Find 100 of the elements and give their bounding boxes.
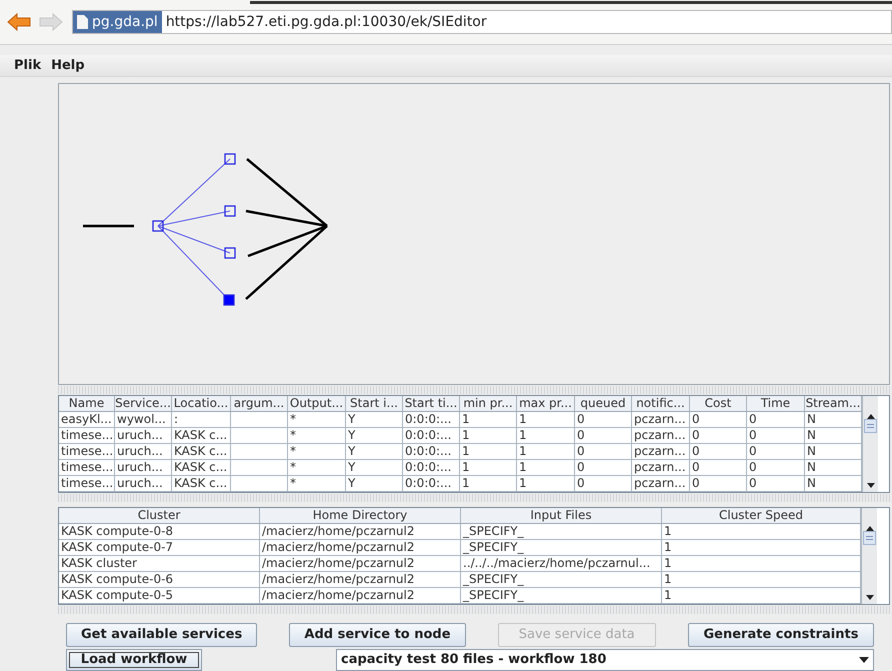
table-cell-text: wywol... bbox=[116, 412, 166, 427]
column-header[interactable]: Input Files bbox=[461, 508, 662, 523]
scroll-down-icon[interactable] bbox=[866, 595, 874, 600]
table-cell-text: KASK compute-0-6 bbox=[60, 572, 174, 587]
graph-node[interactable] bbox=[152, 220, 164, 232]
table-cell-text: 0 bbox=[748, 444, 757, 459]
address-bar[interactable]: pg.gda.pl https://lab527.eti.pg.gda.pl:10030/ek/SIEditor bbox=[72, 10, 892, 34]
back-arrow-icon[interactable] bbox=[6, 12, 32, 32]
table-cell-text: KASK c... bbox=[173, 444, 228, 459]
table-cell-text: timese... bbox=[60, 476, 114, 491]
table-cell-text: 0 bbox=[691, 428, 700, 443]
table-cell-text: N bbox=[806, 476, 816, 491]
scroll-thumb[interactable] bbox=[864, 419, 877, 433]
table-cell-text: 1 bbox=[461, 412, 470, 427]
table-cell-text: timese... bbox=[60, 460, 114, 475]
table-cell-text: 1 bbox=[461, 428, 470, 443]
scrollbar[interactable] bbox=[861, 508, 877, 604]
table-cell-text: 1 bbox=[663, 556, 672, 571]
table-cell-text: Y bbox=[347, 460, 356, 475]
column-header[interactable]: queued bbox=[575, 396, 632, 411]
table-cell-text: 0:0:0:... bbox=[404, 428, 452, 443]
table-cell-text: _SPECIFY_ bbox=[462, 540, 524, 555]
column-header[interactable]: Locatio... bbox=[172, 396, 231, 411]
table-cell-text: KASK c... bbox=[173, 460, 228, 475]
table-cell-text: 0 bbox=[748, 460, 757, 475]
menu-item[interactable]: Plik bbox=[14, 56, 42, 76]
table-cell-text: timese... bbox=[60, 444, 114, 459]
column-header[interactable]: Home Directory bbox=[260, 508, 461, 523]
column-header[interactable]: Service... bbox=[115, 396, 172, 411]
table-cell-text: 0 bbox=[576, 444, 585, 459]
table-cell-text: /macierz/home/pczarnul2 bbox=[261, 556, 415, 571]
table-cell-text: 0:0:0:... bbox=[404, 444, 452, 459]
table-cell-text: _SPECIFY_ bbox=[462, 588, 524, 603]
column-header[interactable]: notific... bbox=[632, 396, 690, 411]
table-cell-text: 1 bbox=[518, 444, 527, 459]
table-cell-text: 1 bbox=[461, 444, 470, 459]
action-button[interactable]: Add service to node bbox=[289, 623, 466, 647]
table-cell-text: pczarn... bbox=[633, 412, 686, 427]
table-cell-text: easyKl... bbox=[60, 412, 112, 427]
table-cell-text: Y bbox=[347, 412, 356, 427]
column-header[interactable]: Name bbox=[59, 396, 115, 411]
table-cell-text: N bbox=[806, 428, 816, 443]
dropdown-caret-icon bbox=[859, 657, 869, 663]
url-text: https://lab527.eti.pg.gda.pl:10030/ek/SIEditor bbox=[164, 12, 487, 32]
table-cell-text: KASK c... bbox=[173, 476, 228, 491]
column-header[interactable]: Start ti... bbox=[403, 396, 460, 411]
table-cell-text: * bbox=[289, 476, 296, 491]
load-workflow-button[interactable]: Load workflow bbox=[66, 649, 202, 671]
table-cell-text: pczarn... bbox=[633, 476, 686, 491]
table-cell-text: KASK c... bbox=[173, 428, 228, 443]
graph-node[interactable] bbox=[224, 205, 236, 217]
table-cell-text: 1 bbox=[518, 412, 527, 427]
workflow-dropdown[interactable]: capacity test 80 files - workflow 180 bbox=[336, 649, 874, 671]
table-cell-text: ../../../macierz/home/pczarnul... bbox=[462, 556, 650, 571]
page-icon bbox=[77, 15, 88, 30]
table-cell-text: 0 bbox=[691, 476, 700, 491]
table-cell-text: uruch... bbox=[116, 476, 163, 491]
table-cell-text: KASK compute-0-5 bbox=[60, 588, 174, 603]
table-cell-text: * bbox=[289, 428, 296, 443]
table-cell-text: 0 bbox=[576, 428, 585, 443]
table-cell-text: 1 bbox=[663, 540, 672, 555]
input-line bbox=[83, 224, 134, 228]
table-cell-text: 0 bbox=[691, 412, 700, 427]
table-cell-text: : bbox=[173, 412, 178, 427]
graph-node[interactable] bbox=[224, 247, 236, 259]
table-cell-text: KASK compute-0-8 bbox=[60, 524, 174, 539]
table-cell-text: _SPECIFY_ bbox=[462, 572, 524, 587]
column-header[interactable]: Output... bbox=[288, 396, 346, 411]
action-button[interactable]: Generate constraints bbox=[688, 623, 874, 647]
column-header[interactable]: Start i... bbox=[346, 396, 403, 411]
scroll-down-icon[interactable] bbox=[866, 483, 874, 488]
table-cell-text: /macierz/home/pczarnul2 bbox=[261, 588, 415, 603]
scrollbar[interactable] bbox=[862, 396, 878, 492]
table-cell-text: * bbox=[289, 444, 296, 459]
column-header[interactable]: Cost bbox=[690, 396, 747, 411]
table-cell-text: /macierz/home/pczarnul2 bbox=[261, 572, 415, 587]
column-header[interactable]: min pr... bbox=[460, 396, 517, 411]
table-cell-text: 0 bbox=[691, 460, 700, 475]
action-button[interactable]: Get available services bbox=[66, 623, 258, 647]
graph-node[interactable] bbox=[223, 294, 235, 306]
graph-node[interactable] bbox=[224, 153, 236, 165]
table-cell-text: uruch... bbox=[116, 460, 163, 475]
table-cell-text: uruch... bbox=[116, 428, 163, 443]
table-cell-text: 1 bbox=[461, 460, 470, 475]
table-cell-text: pczarn... bbox=[633, 428, 686, 443]
table-cell-text: 0 bbox=[748, 412, 757, 427]
site-badge[interactable]: pg.gda.pl bbox=[73, 11, 162, 34]
table-cell-text: Y bbox=[347, 476, 356, 491]
column-header[interactable]: argum... bbox=[231, 396, 288, 411]
table-cell-text: pczarn... bbox=[633, 444, 686, 459]
scroll-thumb[interactable] bbox=[863, 531, 876, 545]
menu-item[interactable]: Help bbox=[51, 56, 85, 76]
column-header[interactable]: Cluster bbox=[59, 508, 260, 523]
table-cell-text: 0:0:0:... bbox=[404, 412, 452, 427]
table-cell-text: 1 bbox=[663, 588, 672, 603]
table-cell-text: _SPECIFY_ bbox=[462, 524, 524, 539]
column-header[interactable]: Time bbox=[747, 396, 805, 411]
column-header[interactable]: max pr... bbox=[517, 396, 575, 411]
table-cell-text: * bbox=[289, 412, 296, 427]
table-cell-text: 1 bbox=[518, 476, 527, 491]
